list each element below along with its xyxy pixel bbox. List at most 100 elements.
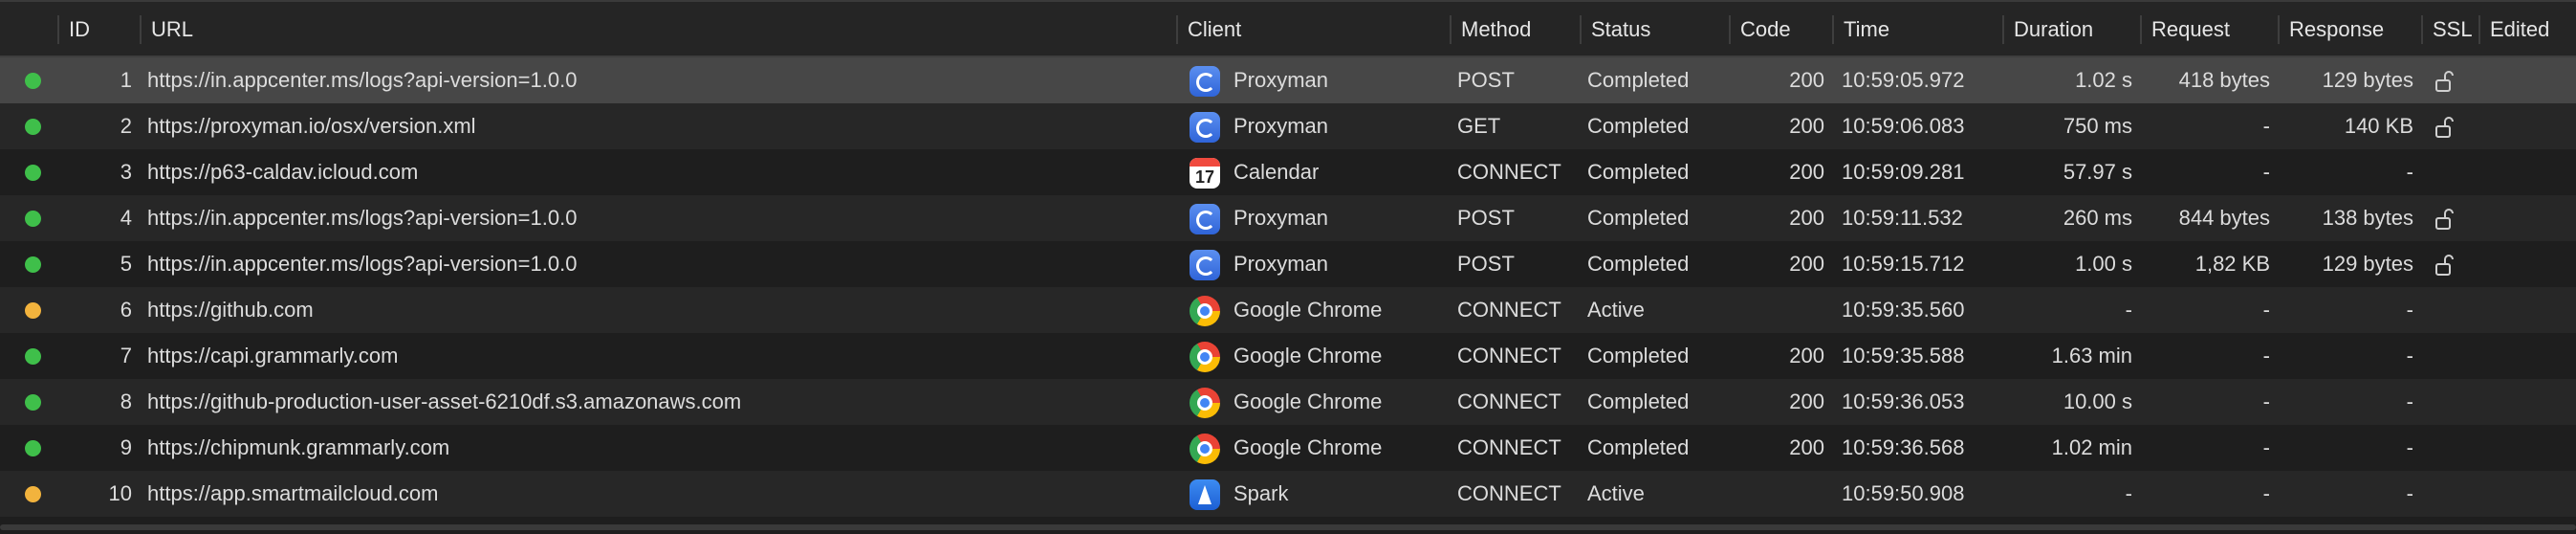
status-dot: [25, 256, 41, 273]
cell-status: Completed: [1587, 114, 1690, 138]
cell-request: 418 bytes: [2178, 68, 2270, 92]
cell-request: -: [2262, 160, 2270, 184]
column-header-time[interactable]: Time: [1834, 2, 2002, 57]
cell-client: Proxyman: [1233, 114, 1329, 138]
column-header-method[interactable]: Method: [1452, 2, 1580, 57]
cell-duration: 57.97 s: [2063, 160, 2132, 184]
cell-code: 200: [1789, 252, 1824, 276]
cell-url: https://app.smartmailcloud.com: [147, 481, 439, 505]
cell-duration: 1.02 min: [2051, 435, 2132, 459]
cell-url: https://in.appcenter.ms/logs?api-version…: [147, 68, 578, 92]
proxyman-icon: [1190, 250, 1220, 280]
proxyman-icon: [1190, 66, 1220, 97]
chrome-icon: [1190, 342, 1220, 372]
cell-method: POST: [1457, 68, 1515, 92]
cell-response: 138 bytes: [2322, 206, 2413, 230]
cell-duration: 10.00 s: [2063, 389, 2132, 413]
chrome-icon: [1190, 434, 1220, 464]
cell-time: 10:59:36.568: [1842, 435, 1965, 459]
status-dot: [25, 440, 41, 456]
cell-code: [1733, 287, 1824, 333]
cell-request: 844 bytes: [2178, 206, 2270, 230]
cell-client: Proxyman: [1233, 68, 1329, 92]
spark-icon: [1190, 479, 1220, 510]
cell-response: 129 bytes: [2322, 252, 2413, 276]
column-header-id[interactable]: ID: [59, 2, 140, 57]
cell-url: https://capi.grammarly.com: [147, 344, 399, 367]
cell-response: -: [2406, 389, 2413, 413]
cell-method: POST: [1457, 206, 1515, 230]
chrome-icon: [1190, 296, 1220, 326]
cell-time: 10:59:36.053: [1842, 389, 1965, 413]
cell-code: 200: [1789, 344, 1824, 367]
cell-response: -: [2406, 298, 2413, 322]
cell-id: 6: [120, 298, 132, 322]
cell-response: 129 bytes: [2322, 68, 2413, 92]
cell-id: 3: [120, 160, 132, 184]
status-dot: [25, 348, 41, 365]
cell-method: CONNECT: [1457, 160, 1561, 184]
column-header-code[interactable]: Code: [1731, 2, 1832, 57]
cell-response: -: [2406, 160, 2413, 184]
cell-code: [1733, 471, 1824, 517]
status-dot: [25, 73, 41, 89]
cell-request: -: [2262, 389, 2270, 413]
cell-status: Active: [1587, 298, 1645, 322]
column-header-response[interactable]: Response: [2280, 2, 2421, 57]
cell-client: Proxyman: [1233, 206, 1329, 230]
cell-code: 200: [1789, 206, 1824, 230]
cell-request: -: [2262, 344, 2270, 367]
cell-client: Spark: [1233, 481, 1289, 505]
proxyman-icon: [1190, 112, 1220, 143]
table-row[interactable]: 3 https://p63-caldav.icloud.com 17 Calendar…: [0, 149, 2576, 195]
cell-status: Completed: [1587, 389, 1690, 413]
table-row[interactable]: 4 https://in.appcenter.ms/logs?api-versio…: [0, 195, 2576, 241]
cell-time: 10:59:35.588: [1842, 344, 1965, 367]
cell-request: -: [2262, 435, 2270, 459]
cell-url: https://p63-caldav.icloud.com: [147, 160, 419, 184]
cell-status: Completed: [1587, 68, 1690, 92]
cell-time: 10:59:05.972: [1842, 68, 1965, 92]
unlock-icon[interactable]: [2433, 207, 2457, 232]
cell-client: Google Chrome: [1233, 435, 1383, 459]
cell-id: 10: [108, 481, 132, 505]
cell-duration: 750 ms: [2063, 114, 2132, 138]
column-header-client[interactable]: Client: [1178, 2, 1450, 57]
cell-time: 10:59:35.560: [1842, 298, 1965, 322]
column-header-url[interactable]: URL: [142, 2, 1176, 57]
unlock-icon[interactable]: [2433, 253, 2457, 278]
cell-status: Completed: [1587, 344, 1690, 367]
table-row[interactable]: 9 https://chipmunk.grammarly.com Google Ch…: [0, 425, 2576, 471]
table-row[interactable]: 10 https://app.smartmailcloud.com Spark CON…: [0, 471, 2576, 517]
cell-status: Completed: [1587, 252, 1690, 276]
cell-duration: -: [2125, 298, 2132, 322]
unlock-icon[interactable]: [2433, 69, 2457, 94]
table-row[interactable]: 6 https://github.com Google Chrome CONNECT A…: [0, 287, 2576, 333]
unlock-icon[interactable]: [2433, 115, 2457, 140]
cell-time: 10:59:06.083: [1842, 114, 1965, 138]
cell-method: CONNECT: [1457, 389, 1561, 413]
cell-id: 9: [120, 435, 132, 459]
column-header-edited[interactable]: Edited: [2480, 2, 2576, 57]
cell-request: -: [2262, 481, 2270, 505]
table-row[interactable]: 5 https://in.appcenter.ms/logs?api-versio…: [0, 241, 2576, 287]
cell-request: 1,82 KB: [2194, 252, 2270, 276]
cell-method: CONNECT: [1457, 435, 1561, 459]
cell-client: Calendar: [1233, 160, 1320, 184]
table-row[interactable]: 8 https://github-production-user-asset-62…: [0, 379, 2576, 425]
table-row[interactable]: 2 https://proxyman.io/osx/version.xml Prox…: [0, 103, 2576, 149]
column-header-status[interactable]: Status: [1582, 2, 1729, 57]
proxyman-icon: [1190, 204, 1220, 234]
cell-id: 7: [120, 344, 132, 367]
status-dot: [25, 165, 41, 181]
table-row[interactable]: 1 https://in.appcenter.ms/logs?api-versio…: [0, 57, 2576, 103]
cell-time: 10:59:11.532: [1842, 206, 1963, 230]
cell-method: GET: [1457, 114, 1501, 138]
cell-duration: 1.02 s: [2075, 68, 2132, 92]
column-header-request[interactable]: Request: [2142, 2, 2278, 57]
horizontal-scrollbar-thumb[interactable]: [0, 524, 2576, 530]
cell-request: -: [2262, 298, 2270, 322]
cell-client: Google Chrome: [1233, 389, 1383, 413]
table-row[interactable]: 7 https://capi.grammarly.com Google Chrome…: [0, 333, 2576, 379]
column-header-duration[interactable]: Duration: [2004, 2, 2140, 57]
